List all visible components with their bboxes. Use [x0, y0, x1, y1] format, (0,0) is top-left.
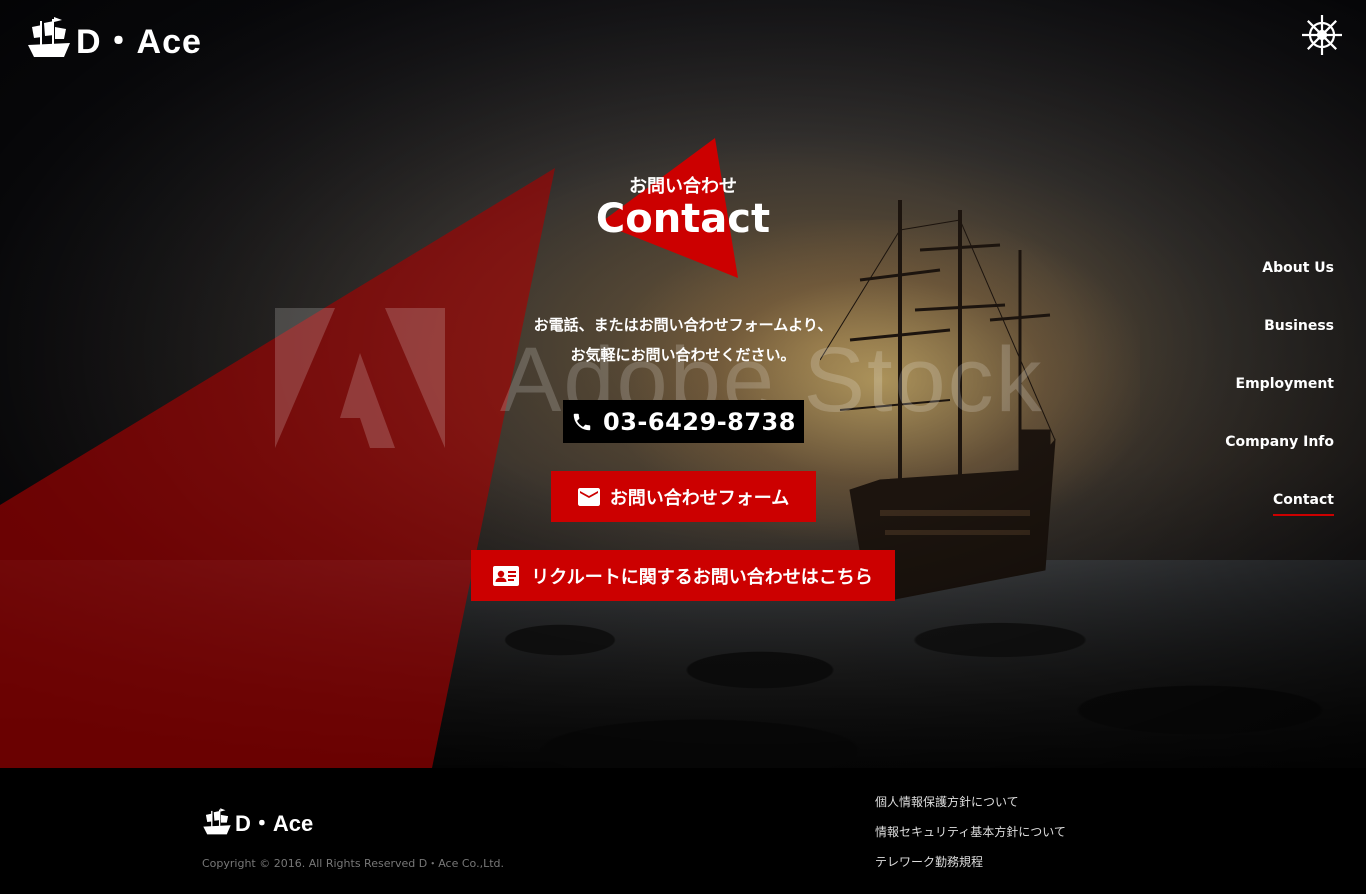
contact-card-icon — [493, 565, 520, 586]
description-line-1: お電話、またはお問い合わせフォームより、 — [533, 316, 833, 334]
footer-logo-text: D・Ace — [235, 811, 314, 836]
contact-description: お電話、またはお問い合わせフォームより、 お気軽にお問い合わせください。 — [483, 310, 883, 370]
site-logo[interactable]: D・Ace — [26, 16, 202, 61]
site-footer: D・Ace Copyright © 2016. All Rights Reser… — [0, 768, 1366, 894]
section-title-en: Contact — [595, 196, 771, 242]
logo-text: D・Ace — [76, 22, 202, 61]
footer-link-security-policy[interactable]: 情報セキュリティ基本方針について — [875, 824, 1066, 854]
nav-item-contact[interactable]: Contact — [1134, 490, 1334, 548]
mail-icon — [577, 487, 600, 506]
ship-logo-icon — [203, 808, 231, 835]
nav-item-business[interactable]: Business — [1134, 316, 1334, 374]
copyright-text: Copyright © 2016. All Rights Reserved D・… — [202, 857, 504, 870]
nav-label: Company Info — [1225, 434, 1334, 450]
description-line-2: お気軽にお問い合わせください。 — [570, 346, 796, 364]
section-title-jp: お問い合わせ — [629, 176, 737, 197]
ship-wheel-icon[interactable] — [1301, 14, 1343, 56]
phone-icon — [573, 413, 591, 430]
footer-logo[interactable]: D・Ace — [202, 806, 313, 838]
recruit-inquiry-button[interactable]: リクルートに関するお問い合わせはこちら — [471, 550, 895, 601]
ship-logo-icon — [28, 17, 70, 57]
contact-form-button[interactable]: お問い合わせフォーム — [551, 471, 816, 522]
footer-links: 個人情報保護方針について 情報セキュリティ基本方針について テレワーク勤務規程 — [875, 794, 1066, 884]
nav-label: Employment — [1235, 376, 1334, 392]
recruit-inquiry-label: リクルートに関するお問い合わせはこちら — [531, 566, 873, 588]
contact-form-label: お問い合わせフォーム — [609, 487, 790, 509]
nav-item-company-info[interactable]: Company Info — [1134, 432, 1334, 490]
footer-link-privacy-policy[interactable]: 個人情報保護方針について — [875, 794, 1066, 824]
nav-item-about-us[interactable]: About Us — [1134, 258, 1334, 316]
nav-label: Contact — [1273, 490, 1334, 516]
phone-button[interactable]: 03-6429-8738 — [563, 400, 804, 443]
adobe-logo-icon — [275, 308, 445, 448]
phone-number: 03-6429-8738 — [603, 407, 796, 436]
nav-label: Business — [1264, 318, 1334, 334]
side-navigation: About Us Business Employment Company Inf… — [1134, 258, 1334, 548]
footer-link-telework-rules[interactable]: テレワーク勤務規程 — [875, 854, 1066, 884]
nav-item-employment[interactable]: Employment — [1134, 374, 1334, 432]
nav-label: About Us — [1262, 260, 1334, 276]
